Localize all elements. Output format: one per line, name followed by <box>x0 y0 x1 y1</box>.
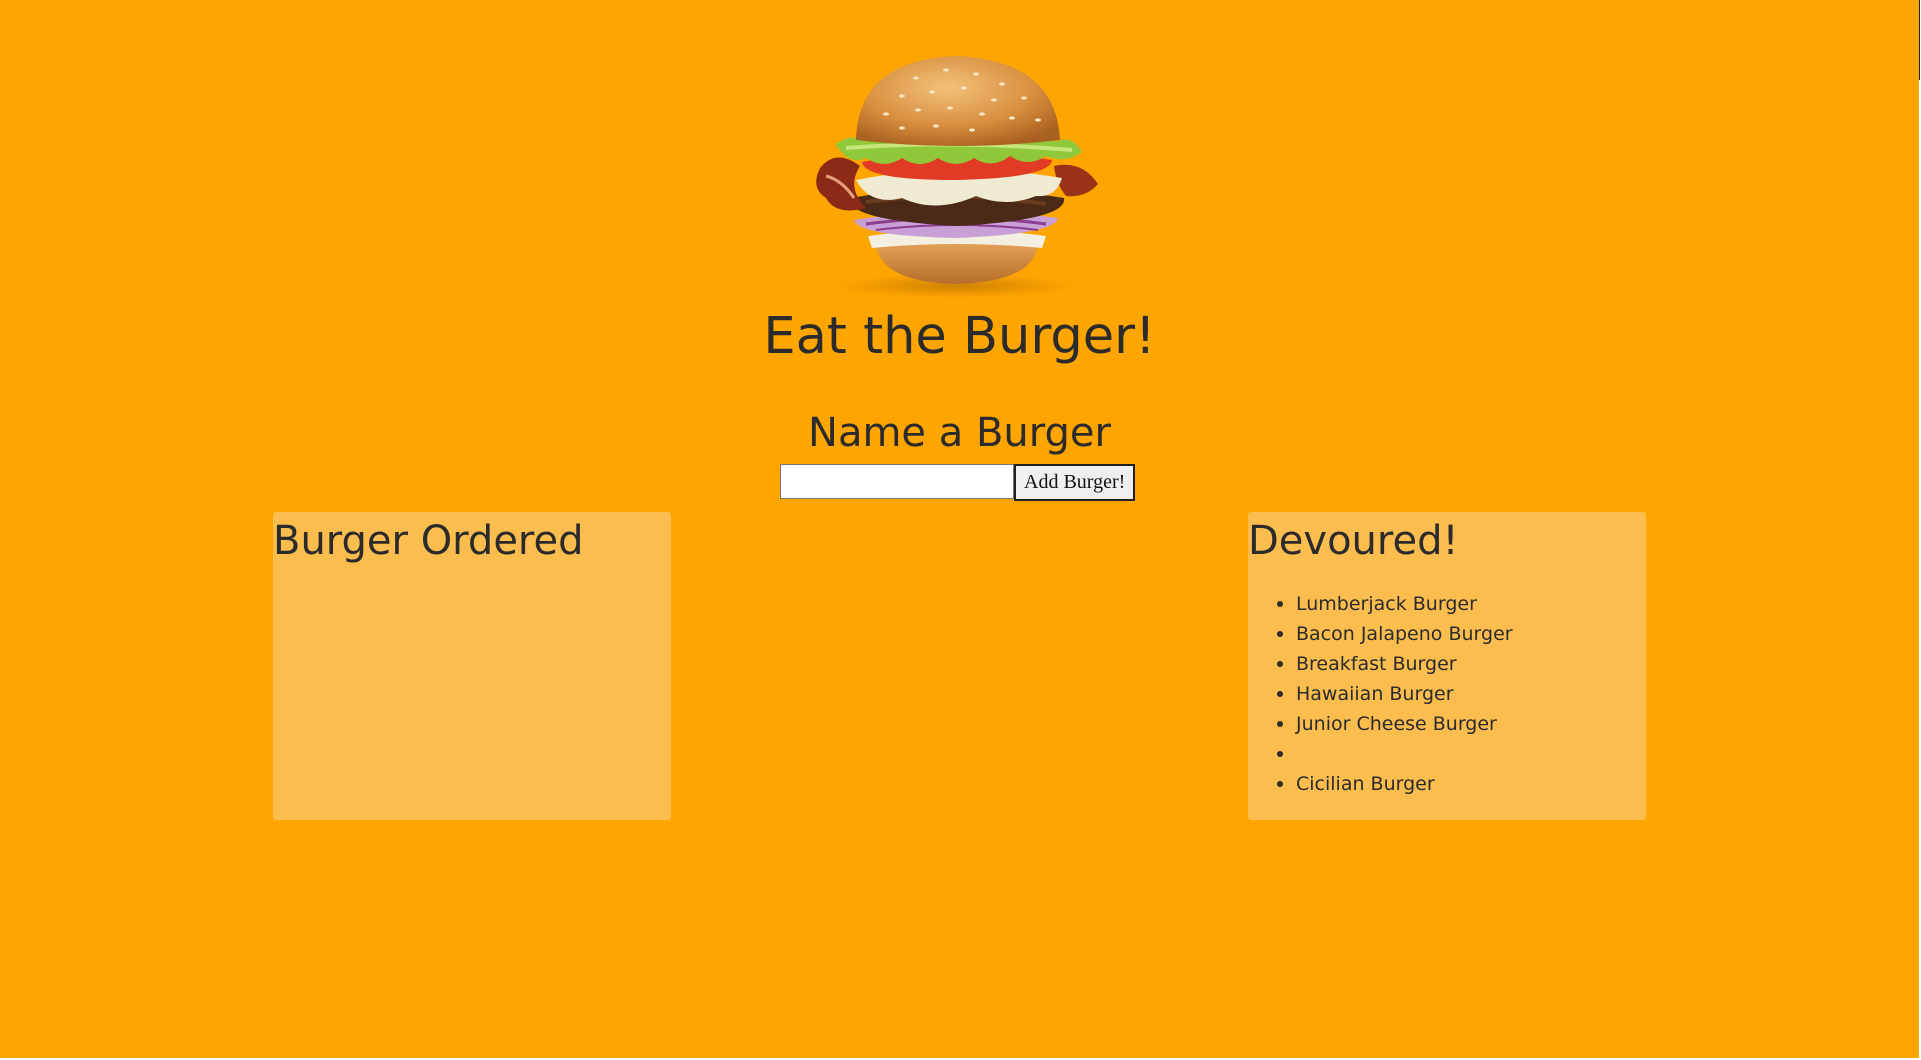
burger-name-input[interactable] <box>780 464 1014 499</box>
devoured-item: Bacon Jalapeno Burger <box>1296 618 1646 648</box>
add-burger-form: Add Burger! <box>780 464 1136 501</box>
form-heading: Name a Burger <box>808 410 1111 456</box>
devoured-item: Junior Cheese Burger <box>1296 708 1646 738</box>
devoured-item: Breakfast Burger <box>1296 648 1646 678</box>
devoured-item: Lumberjack Burger <box>1296 588 1646 618</box>
devoured-heading: Devoured! <box>1248 518 1459 564</box>
ordered-heading: Burger Ordered <box>273 518 584 564</box>
window-edge <box>1919 0 1920 80</box>
ordered-panel: Burger Ordered <box>273 512 671 820</box>
devoured-item: Hawaiian Burger <box>1296 678 1646 708</box>
devoured-item: Cicilian Burger <box>1296 768 1646 798</box>
page-background: Eat the Burger! Name a Burger Add Burger… <box>0 0 1919 1058</box>
add-burger-button[interactable]: Add Burger! <box>1014 464 1136 501</box>
devoured-panel: Devoured! Lumberjack Burger Bacon Jalape… <box>1248 512 1646 820</box>
devoured-item <box>1296 738 1646 768</box>
page-title: Eat the Burger! <box>763 307 1156 366</box>
devoured-list: Lumberjack Burger Bacon Jalapeno Burger … <box>1248 588 1646 798</box>
burger-image <box>816 56 1098 298</box>
